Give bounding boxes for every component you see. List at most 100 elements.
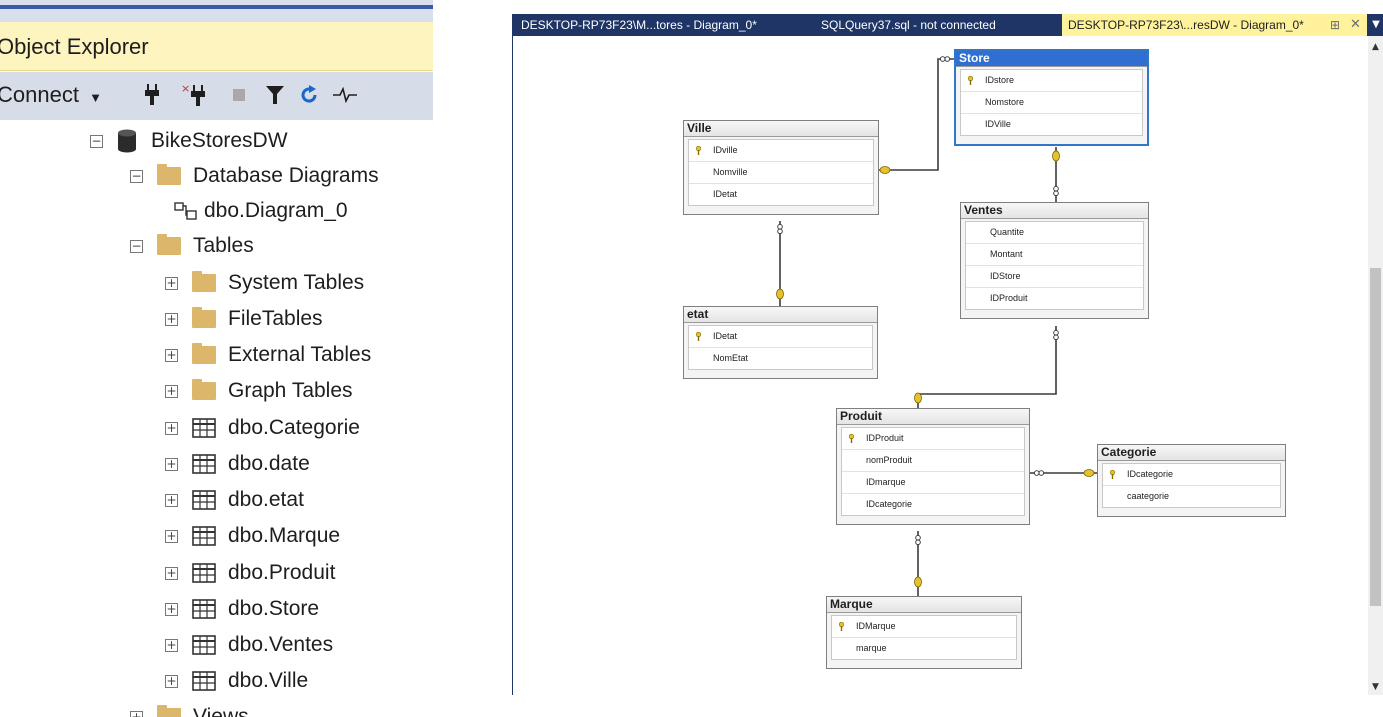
diagram-table-title[interactable]: Categorie (1098, 445, 1285, 461)
tab-sqlquery37[interactable]: SQLQuery37.sql - not connected (815, 14, 1060, 36)
scrollbar-thumb[interactable] (1370, 268, 1381, 606)
relationship-key-icon (879, 166, 891, 174)
scroll-down-icon[interactable]: ▼ (1368, 680, 1383, 695)
tree-item[interactable]: + dbo.Produit (165, 556, 335, 590)
column-row[interactable]: IDStore (966, 266, 1143, 288)
tab-list-icon[interactable]: ▼ (1369, 14, 1383, 36)
column-row[interactable]: IDstore (961, 70, 1142, 92)
tree-item[interactable]: + FileTables (165, 302, 323, 336)
relationship-key-icon (914, 392, 922, 404)
expand-icon[interactable]: + (165, 674, 178, 688)
diagram-table-marque[interactable]: Marque IDMarque marque (826, 596, 1022, 669)
expand-icon[interactable]: + (165, 638, 178, 652)
column-row[interactable]: IDVille (961, 114, 1142, 135)
diagram-table-etat[interactable]: etat IDetat NomEtat (683, 306, 878, 379)
connect-plug-icon[interactable] (142, 80, 162, 110)
column-row[interactable]: IDetat (689, 184, 873, 205)
column-row[interactable]: nomProduit (842, 450, 1024, 472)
tree-item[interactable]: − Tables (130, 229, 254, 263)
stop-icon[interactable] (230, 80, 248, 110)
chevron-down-icon[interactable]: ▼ (89, 90, 102, 105)
diagram-table-title[interactable]: Produit (837, 409, 1029, 425)
tree-item[interactable]: + dbo.Categorie (165, 411, 360, 445)
relationship-line[interactable] (917, 326, 1057, 408)
expand-icon[interactable]: + (165, 276, 178, 290)
expand-icon[interactable]: + (130, 710, 143, 717)
expand-icon[interactable]: + (165, 493, 178, 507)
column-row[interactable]: IDetat (689, 326, 872, 348)
relationship-many-icon (915, 534, 921, 546)
pin-icon[interactable]: ⊞ (1330, 14, 1340, 36)
expand-icon[interactable]: + (165, 421, 178, 435)
diagram-table-title[interactable]: Store (956, 51, 1147, 67)
refresh-icon[interactable] (298, 80, 320, 110)
column-row[interactable]: IDcategorie (842, 494, 1024, 515)
collapse-icon[interactable]: − (130, 169, 143, 183)
tree-item[interactable]: + System Tables (165, 266, 364, 300)
tree-item[interactable]: dbo.Diagram_0 (170, 194, 348, 228)
disconnect-icon[interactable]: × (180, 80, 208, 110)
diagram-table-title[interactable]: etat (684, 307, 877, 323)
tab-bikestoresdw-diagram[interactable]: DESKTOP-RP73F23\...resDW - Diagram_0* ⊞ … (1062, 14, 1367, 36)
column-row[interactable]: IDcategorie (1103, 464, 1280, 486)
relationship-line[interactable] (879, 58, 954, 171)
diagram-table-categorie[interactable]: Categorie IDcategorie caategorie (1097, 444, 1286, 517)
scroll-up-icon[interactable]: ▲ (1368, 40, 1383, 55)
column-row[interactable]: Quantite (966, 222, 1143, 244)
expand-icon[interactable]: + (165, 566, 178, 580)
tree-item[interactable]: + dbo.Ventes (165, 628, 333, 662)
primary-key-icon (848, 434, 855, 443)
collapse-icon[interactable]: − (130, 239, 143, 253)
column-row[interactable]: NomEtat (689, 348, 872, 369)
tree-item[interactable]: − BikeStoresDW (90, 124, 288, 158)
expand-icon[interactable]: + (165, 348, 178, 362)
diagram-table-title[interactable]: Marque (827, 597, 1021, 613)
diagram-table-columns: IDProduit nomProduit IDmarque IDcategorie (841, 427, 1025, 516)
column-row[interactable]: Nomstore (961, 92, 1142, 114)
tree-item[interactable]: + Views (130, 700, 249, 717)
column-name: IDmarque (866, 477, 906, 487)
expand-icon[interactable]: + (165, 384, 178, 398)
column-row[interactable]: Nomville (689, 162, 873, 184)
diagram-canvas[interactable]: Store IDstore Nomstore IDVille Ville IDville N… (512, 36, 1369, 695)
column-row[interactable]: IDmarque (842, 472, 1024, 494)
tree-item[interactable]: + dbo.Ville (165, 664, 308, 698)
diagram-table-ventes[interactable]: Ventes Quantite Montant IDStore IDProduit (960, 202, 1149, 319)
column-row[interactable]: IDville (689, 140, 873, 162)
diagram-table-ville[interactable]: Ville IDville Nomville IDetat (683, 120, 879, 215)
column-row[interactable]: marque (832, 638, 1016, 659)
expand-icon[interactable]: + (165, 312, 178, 326)
tree-item[interactable]: + dbo.etat (165, 483, 304, 517)
column-name: IDProduit (866, 433, 904, 443)
column-row[interactable]: caategorie (1103, 486, 1280, 507)
filter-icon[interactable] (265, 80, 285, 110)
tab-bikestores-diagram[interactable]: DESKTOP-RP73F23\M...tores - Diagram_0* (515, 14, 807, 36)
diagram-table-columns: IDMarque marque (831, 615, 1017, 660)
diagram-table-title[interactable]: Ventes (961, 203, 1148, 219)
expand-icon[interactable]: + (165, 602, 178, 616)
folder-icon (192, 307, 216, 328)
diagram-table-produit[interactable]: Produit IDProduit nomProduit IDmarque IDcate… (836, 408, 1030, 525)
column-row[interactable]: IDMarque (832, 616, 1016, 638)
primary-key-icon (695, 332, 702, 341)
collapse-icon[interactable]: − (90, 134, 103, 148)
tree-item-label: System Tables (228, 271, 365, 294)
column-row[interactable]: Montant (966, 244, 1143, 266)
expand-icon[interactable]: + (165, 457, 178, 471)
table-icon (192, 526, 216, 546)
tree-item[interactable]: + Graph Tables (165, 374, 353, 408)
column-row[interactable]: IDProduit (966, 288, 1143, 309)
tree-item[interactable]: − Database Diagrams (130, 159, 379, 193)
activity-monitor-icon[interactable] (332, 80, 358, 110)
tree-item[interactable]: + External Tables (165, 338, 371, 372)
diagram-table-store[interactable]: Store IDstore Nomstore IDVille (954, 49, 1149, 146)
tree-item[interactable]: + dbo.Store (165, 592, 319, 626)
close-icon[interactable]: ✕ (1350, 14, 1361, 36)
column-row[interactable]: IDProduit (842, 428, 1024, 450)
tree-item[interactable]: + dbo.date (165, 447, 310, 481)
column-name: NomEtat (713, 353, 749, 363)
expand-icon[interactable]: + (165, 529, 178, 543)
diagram-table-title[interactable]: Ville (684, 121, 878, 137)
tree-item[interactable]: + dbo.Marque (165, 519, 340, 553)
connect-button[interactable]: Connect ▼ (0, 82, 102, 108)
